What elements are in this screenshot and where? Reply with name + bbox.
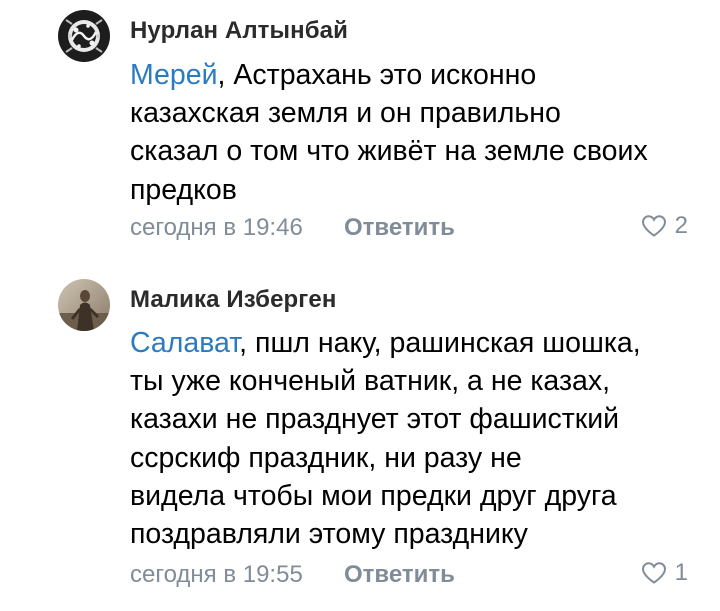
reply-button[interactable]: Ответить (344, 561, 455, 589)
comment-line: Мерей, Астрахань это исконно (130, 56, 690, 94)
comment-line: ты уже конченый ватник, а не казах, (130, 365, 611, 398)
comment-item: Нурлан Алтынбай Мерей, Астрахань это иск… (0, 0, 720, 265)
avatar-dark-pattern-icon (58, 10, 110, 62)
heart-icon (641, 215, 666, 237)
comment-timestamp: сегодня в 19:55 (130, 561, 303, 588)
comment-line: ссрскиф праздник, ни разу не (130, 441, 522, 474)
comment-item: Малика Изберген Салават, пшл наку, рашин… (0, 265, 720, 611)
heart-icon (641, 562, 666, 584)
comment-text: Мерей, Астрахань это исконно казахская з… (130, 56, 690, 209)
reply-button[interactable]: Ответить (344, 214, 455, 242)
mention-link[interactable]: Салават (130, 327, 239, 359)
like-count: 2 (674, 212, 688, 239)
comment-line: Салават, пшл наку, рашинская шошка, (130, 324, 690, 362)
mention-link[interactable]: Мерей (130, 59, 218, 91)
comment-meta: сегодня в 19:55 Ответить (130, 561, 455, 589)
comment-line: казахи не празднует этот фашисткий (130, 403, 620, 436)
comment-line: сказал о том что живёт на земле своих (130, 135, 648, 168)
comment-author[interactable]: Нурлан Алтынбай (130, 17, 348, 45)
comment-line: видела чтобы мои предки друг друга (130, 479, 617, 512)
comment-line: казахская земля и он правильно (130, 97, 561, 130)
comment-line-rest: , пшл наку, рашинская шошка, (239, 327, 641, 359)
comment-line-rest: , Астрахань это исконно (217, 59, 537, 91)
comment-timestamp: сегодня в 19:46 (130, 214, 303, 241)
avatar[interactable] (58, 10, 110, 62)
comment-meta: сегодня в 19:46 Ответить (130, 214, 455, 242)
like-count: 1 (674, 559, 688, 586)
avatar-photo-icon (58, 279, 110, 331)
comment-line: предков (130, 173, 237, 206)
comment-text: Салават, пшл наку, рашинская шошка, ты у… (130, 324, 690, 553)
comment-line: поздравляли этому празднику (130, 518, 528, 551)
avatar[interactable] (58, 279, 110, 331)
like-button[interactable]: 2 (641, 212, 688, 240)
like-button[interactable]: 1 (641, 559, 688, 587)
comment-author[interactable]: Малика Изберген (130, 286, 336, 314)
